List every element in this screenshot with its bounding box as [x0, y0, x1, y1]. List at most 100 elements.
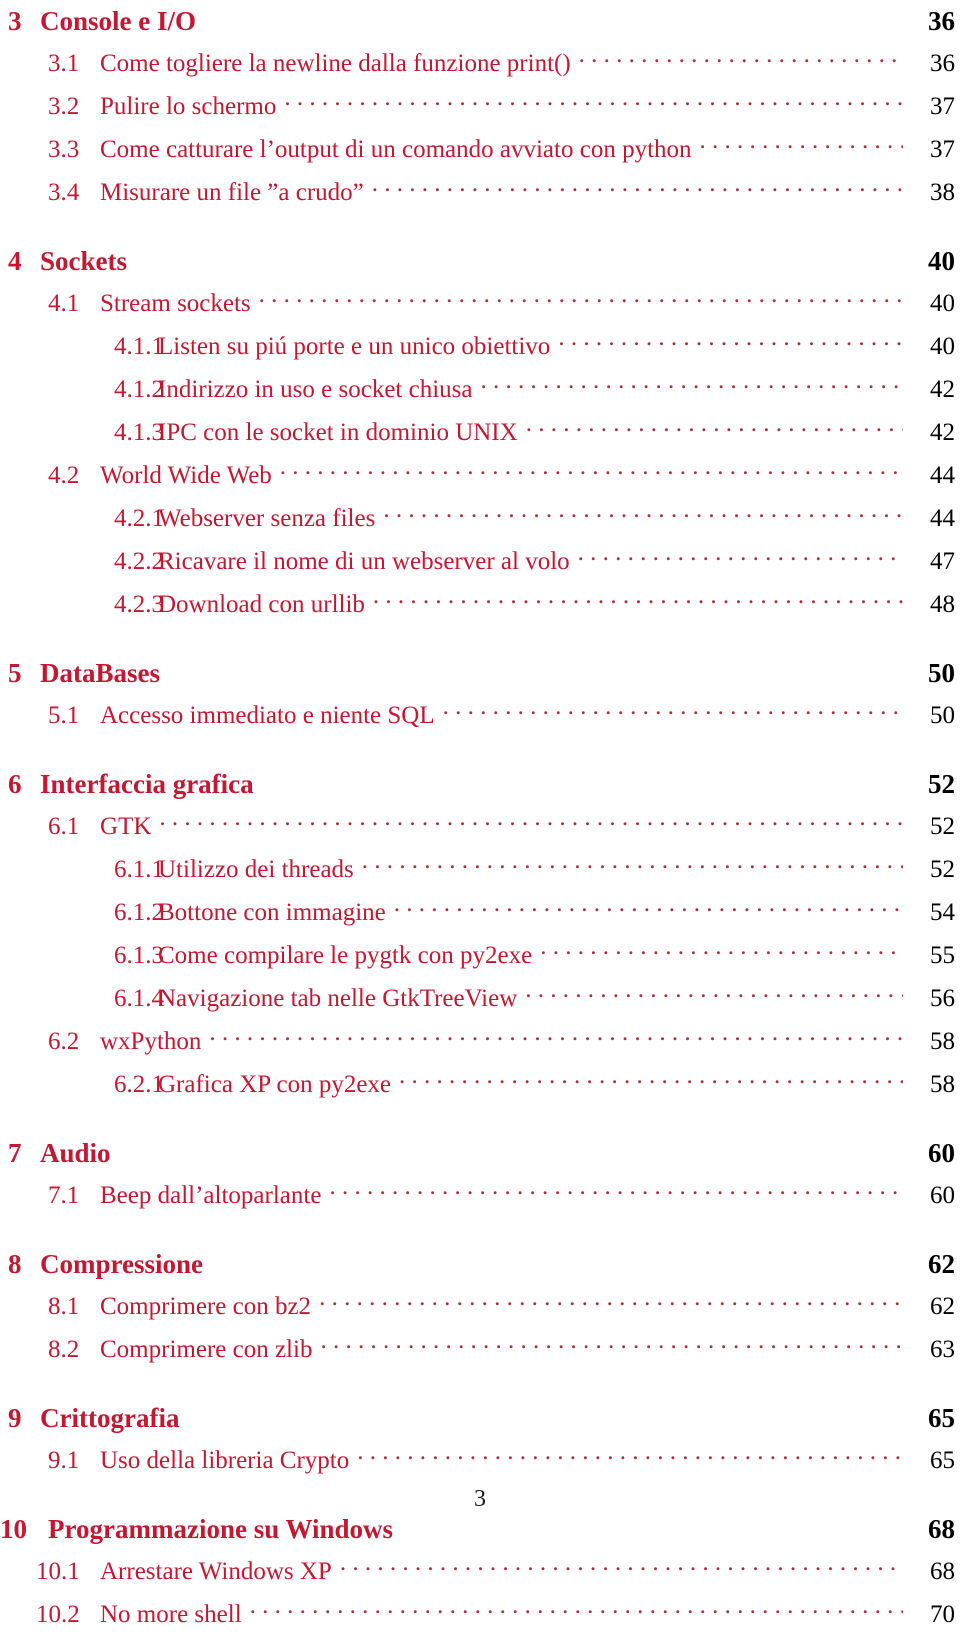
toc-entry-chapter[interactable]: 7Audio. . . . . . . . . . . . . . . . . …: [0, 1132, 960, 1174]
toc-entry-section[interactable]: 3.1 Come togliere la newline dalla funzio…: [0, 42, 960, 85]
toc-entry-section[interactable]: 3.3 Come catturare l’output di un comando…: [0, 128, 960, 171]
toc-entry-title: Pulire lo schermo: [100, 93, 277, 120]
toc-dot-leader-dots: . . . . . . . . . . . . . . . . . . . . …: [525, 981, 903, 1002]
toc-entry-chapter[interactable]: 5DataBases. . . . . . . . . . . . . . . …: [0, 652, 960, 694]
toc-entry-number: 9: [8, 1403, 22, 1433]
toc-entry-page-number: 50: [928, 658, 955, 688]
toc-dot-leader-dots: . . . . . . . . . . . . . . . . . . . . …: [371, 175, 903, 196]
toc-dot-leader-dots: . . . . . . . . . . . . . . . . . . . . …: [558, 329, 903, 350]
toc-dot-leader: . . . . . . . . . . . . . . . . . . . . …: [399, 1067, 903, 1092]
toc-entry-title: Utilizzo dei threads: [158, 856, 354, 883]
toc-entry-number: 10: [0, 1514, 27, 1544]
toc-entry-number: 3.1: [48, 50, 80, 77]
toc-entry-subsection[interactable]: 4.2.2 Ricavare il nome di un webserver al…: [0, 540, 960, 583]
toc-entry-section[interactable]: 4.2 World Wide Web . . . . . . . . . . . .…: [0, 454, 960, 497]
toc-entry-number: 4.2: [48, 462, 80, 489]
toc-entry-section[interactable]: 9.1 Uso della libreria Crypto . . . . . . …: [0, 1439, 960, 1482]
toc-entry-title: Programmazione su Windows: [48, 1514, 394, 1544]
toc-entry-subsection[interactable]: 4.2.3 Download con urllib . . . . . . . . …: [0, 583, 960, 626]
toc-entry-title: Download con urllib: [158, 591, 365, 618]
toc-entry-title: DataBases: [40, 658, 160, 688]
toc-entry-title: Console e I/O: [40, 6, 197, 36]
toc-entry-chapter[interactable]: 4Sockets. . . . . . . . . . . . . . . . …: [0, 240, 960, 282]
toc-entry-chapter[interactable]: 3Console e I/O. . . . . . . . . . . . . …: [0, 0, 960, 42]
toc-entry-page-number: 36: [928, 6, 955, 36]
toc-entry-page-number: 38: [930, 179, 955, 206]
toc-entry-subsection[interactable]: 6.1.4 Navigazione tab nelle GtkTreeView . …: [0, 977, 960, 1020]
toc-entry-section[interactable]: 3.2 Pulire lo schermo . . . . . . . . . . …: [0, 85, 960, 128]
toc-entry-page-number: 42: [930, 376, 955, 403]
toc-entry-subsection[interactable]: 4.1.2 Indirizzo in uso e socket chiusa . .…: [0, 368, 960, 411]
toc-entry-title: Misurare un file ”a crudo”: [100, 179, 364, 206]
toc-dot-leader: . . . . . . . . . . . . . . . . . . . . …: [383, 501, 903, 526]
toc-dot-leader: . . . . . . . . . . . . . . . . . . . . …: [250, 1597, 903, 1622]
toc-entry-section[interactable]: 10.2 No more shell . . . . . . . . . . . .…: [0, 1593, 960, 1636]
toc-entry-number: 8: [8, 1249, 22, 1279]
toc-entry-number: 3.2: [48, 93, 80, 120]
toc-entry-section[interactable]: 4.1 Stream sockets . . . . . . . . . . . .…: [0, 282, 960, 325]
toc-entry-title: Grafica XP con py2exe: [158, 1071, 392, 1098]
toc-entry-page-number: 62: [928, 1249, 955, 1279]
toc-entry-page-number: 40: [928, 246, 955, 276]
toc-entry-title: Navigazione tab nelle GtkTreeView: [158, 985, 518, 1012]
toc-entry-number: 6.1: [48, 813, 80, 840]
toc-entry-section[interactable]: 6.1 GTK . . . . . . . . . . . . . . . . . …: [0, 805, 960, 848]
toc-entry-number: 6.1.1: [114, 856, 164, 883]
toc-dot-leader-dots: . . . . . . . . . . . . . . . . . . . . …: [393, 895, 903, 916]
toc-dot-leader: . . . . . . . . . . . . . . . . . . . . …: [394, 895, 903, 920]
toc-entry-subsection[interactable]: 6.1.1 Utilizzo dei threads . . . . . . . .…: [0, 848, 960, 891]
toc-dot-leader-dots: . . . . . . . . . . . . . . . . . . . . …: [249, 1597, 903, 1618]
toc-entry-section[interactable]: 10.1 Arrestare Windows XP . . . . . . . . …: [0, 1550, 960, 1593]
toc-entry-section[interactable]: 5.1 Accesso immediato e niente SQL . . . .…: [0, 694, 960, 737]
toc-dot-leader-dots: . . . . . . . . . . . . . . . . . . . . …: [372, 587, 903, 608]
toc-entry-title: Ricavare il nome di un webserver al volo: [158, 548, 570, 575]
toc-dot-leader-dots: . . . . . . . . . . . . . . . . . . . . …: [442, 698, 903, 719]
toc-entry-section[interactable]: 3.4 Misurare un file ”a crudo” . . . . . .…: [0, 171, 960, 214]
toc-entry-page-number: 58: [930, 1071, 955, 1098]
toc-entry-page-number: 44: [930, 462, 955, 489]
toc-entry-section[interactable]: 7.1 Beep dall’altoparlante . . . . . . . .…: [0, 1174, 960, 1217]
toc-entry-title: Beep dall’altoparlante: [100, 1182, 322, 1209]
toc-entry-number: 5.1: [48, 702, 80, 729]
toc-entry-subsection[interactable]: 4.2.1 Webserver senza files . . . . . . . …: [0, 497, 960, 540]
toc-dot-leader: . . . . . . . . . . . . . . . . . . . . …: [578, 544, 903, 569]
toc-entry-subsection[interactable]: 4.1.3 IPC con le socket in dominio UNIX . …: [0, 411, 960, 454]
toc-entry-page-number: 40: [930, 333, 955, 360]
toc-dot-leader-dots: . . . . . . . . . . . . . . . . . . . . …: [480, 372, 904, 393]
toc-dot-leader-dots: . . . . . . . . . . . . . . . . . . . . …: [525, 415, 903, 436]
toc-entry-page-number: 37: [930, 136, 955, 163]
toc-dot-leader-dots: . . . . . . . . . . . . . . . . . . . . …: [329, 1178, 903, 1199]
toc-entry-title: Come catturare l’output di un comando av…: [100, 136, 692, 163]
toc-entry-page-number: 65: [928, 1403, 955, 1433]
toc-dot-leader: . . . . . . . . . . . . . . . . . . . . …: [340, 1554, 903, 1579]
toc-entry-subsection[interactable]: 4.1.1 Listen su piú porte e un unico obie…: [0, 325, 960, 368]
toc-entry-subsection[interactable]: 6.1.2 Bottone con immagine . . . . . . . .…: [0, 891, 960, 934]
toc-entry-subsection[interactable]: 6.1.3 Come compilare le pygtk con py2exe.…: [0, 934, 960, 977]
toc-entry-subsection[interactable]: 6.2.1 Grafica XP con py2exe . . . . . . . …: [0, 1063, 960, 1106]
toc-entry-title: Indirizzo in uso e socket chiusa: [158, 376, 473, 403]
toc-entry-number: 9.1: [48, 1447, 80, 1474]
toc-entry-chapter[interactable]: 6Interfaccia grafica. . . . . . . . . . …: [0, 763, 960, 805]
toc-entry-chapter[interactable]: 9Crittografia. . . . . . . . . . . . . .…: [0, 1397, 960, 1439]
toc-entry-number: 6.2: [48, 1028, 80, 1055]
toc-entry-section[interactable]: 8.2 Comprimere con zlib . . . . . . . . . …: [0, 1328, 960, 1371]
toc-entry-section[interactable]: 8.1 Comprimere con bz2 . . . . . . . . . .…: [0, 1285, 960, 1328]
toc-entry-title: No more shell: [100, 1601, 242, 1628]
toc-dot-leader: . . . . . . . . . . . . . . . . . . . . …: [259, 286, 903, 311]
toc-entry-page-number: 52: [930, 813, 955, 840]
toc-dot-leader-dots: . . . . . . . . . . . . . . . . . . . . …: [399, 1067, 903, 1088]
toc-entry-page-number: 48: [930, 591, 955, 618]
toc-entry-title: Webserver senza files: [158, 505, 376, 532]
toc-entry-chapter[interactable]: 10Programmazione su Windows. . . . . . .…: [0, 1508, 960, 1550]
toc-entry-title: Come compilare le pygtk con py2exe: [158, 942, 533, 969]
toc-dot-leader-dots: . . . . . . . . . . . . . . . . . . . . …: [209, 1024, 903, 1045]
toc-entry-title: Crittografia: [40, 1403, 180, 1433]
toc-entry-page-number: 70: [930, 1601, 955, 1628]
toc-entry-page-number: 68: [930, 1558, 955, 1585]
toc-entry-chapter[interactable]: 8Compressione. . . . . . . . . . . . . .…: [0, 1243, 960, 1285]
toc-dot-leader: . . . . . . . . . . . . . . . . . . . . …: [357, 1443, 903, 1468]
toc-entry-section[interactable]: 6.2 wxPython . . . . . . . . . . . . . . .…: [0, 1020, 960, 1063]
toc-entry-number: 4.2.3: [114, 591, 164, 618]
toc-entry-number: 8.2: [48, 1336, 80, 1363]
toc-dot-leader: . . . . . . . . . . . . . . . . . . . . …: [159, 809, 903, 834]
